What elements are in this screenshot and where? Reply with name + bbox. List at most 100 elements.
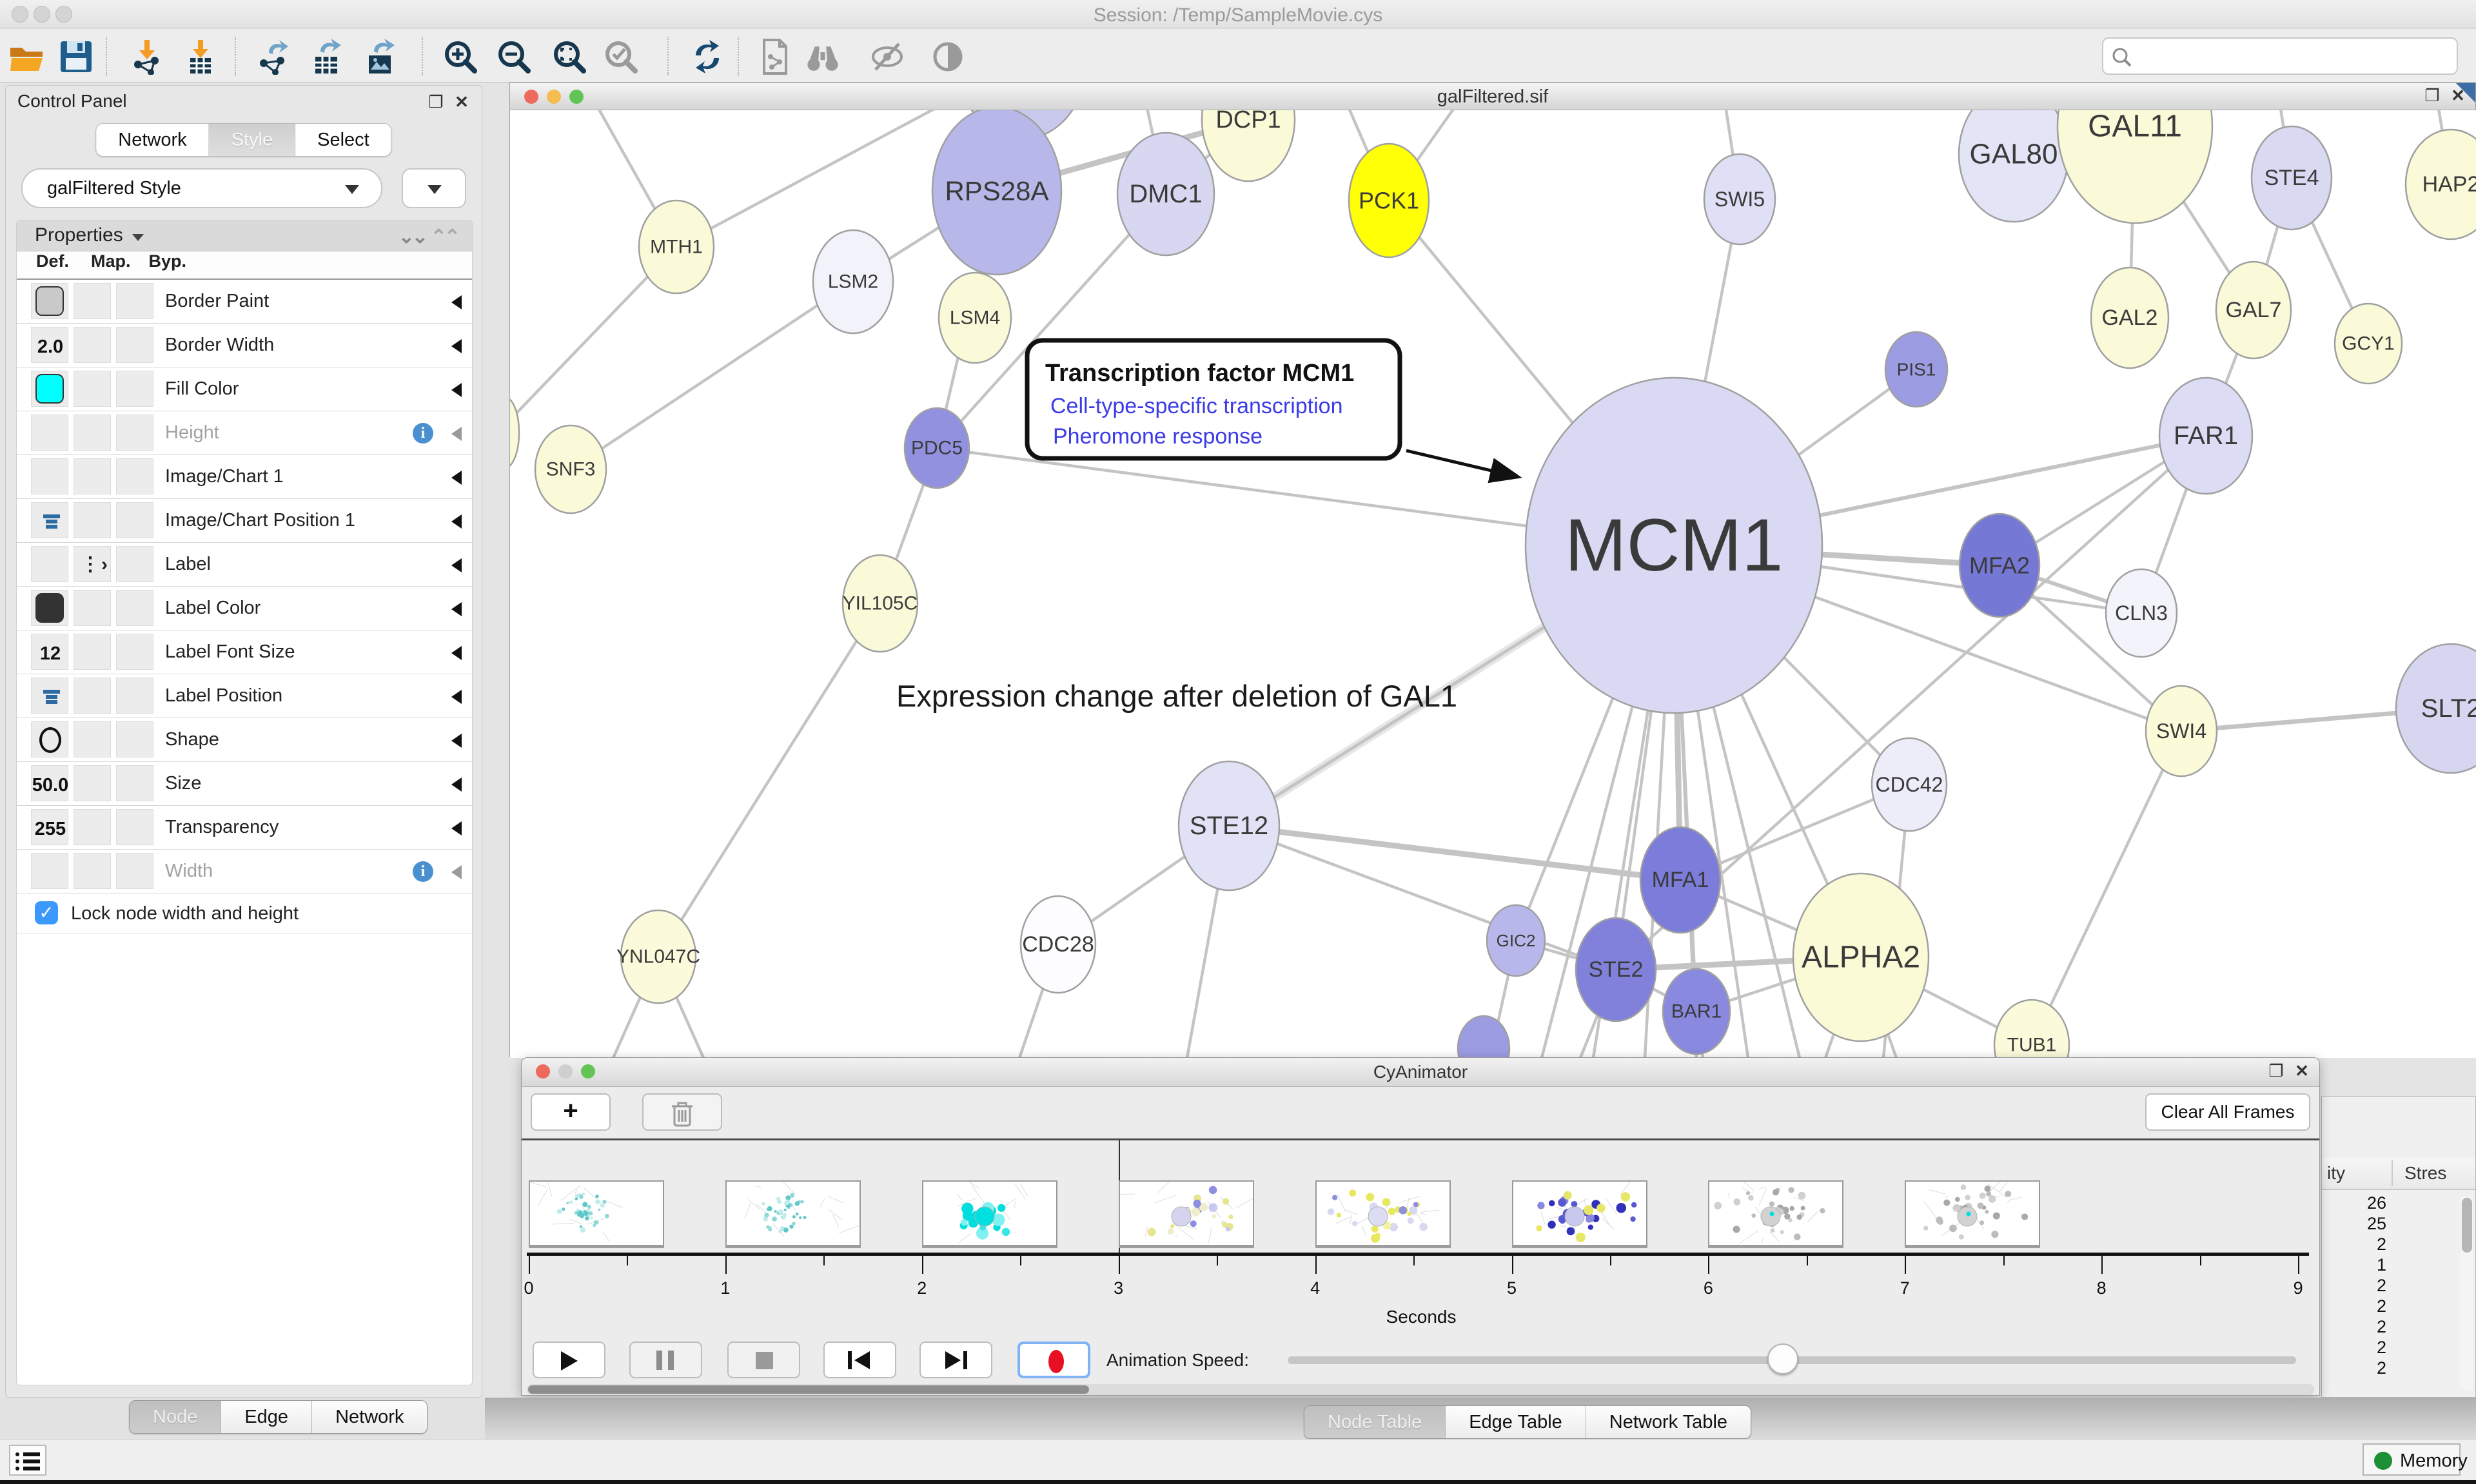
float-panel-icon[interactable]: ❐ [426, 92, 446, 112]
network-node-cln3[interactable]: CLN3 [2106, 569, 2177, 657]
network-node-gic2[interactable]: GIC2 [1487, 905, 1545, 976]
tab-edge[interactable]: Edge [221, 1401, 312, 1433]
network-node-slt2[interactable]: SLT2 [2396, 644, 2476, 773]
network-node-cdc28[interactable]: CDC28 [1021, 896, 1096, 993]
frame-thumbnail-1s[interactable] [725, 1180, 861, 1246]
zoom-selected-icon[interactable] [603, 39, 639, 75]
network-edge[interactable] [1229, 826, 1680, 880]
network-node-lsm2[interactable]: LSM2 [813, 230, 893, 333]
expand-property-icon[interactable] [451, 602, 462, 616]
property-row-border-width[interactable]: 2.0Border Width [17, 324, 472, 367]
frame-thumbnail-7s[interactable] [1905, 1180, 2040, 1246]
frame-thumbnail-2s[interactable] [922, 1180, 1057, 1246]
expand-property-icon[interactable] [451, 777, 462, 792]
property-row-label-color[interactable]: Label Color [17, 587, 472, 630]
network-node-cdc42[interactable]: CDC42 [1872, 738, 1947, 831]
property-row-shape[interactable]: Shape [17, 718, 472, 762]
table-cell-value[interactable]: 2 [2322, 1338, 2386, 1358]
toggle-rendering-icon[interactable] [930, 39, 966, 75]
network-node-pck1[interactable]: PCK1 [1349, 144, 1429, 257]
network-edge[interactable] [2032, 731, 2181, 1045]
column-divider[interactable] [2392, 1160, 2393, 1186]
def-cell[interactable] [31, 502, 68, 538]
map-cell[interactable] [74, 634, 111, 670]
skip-start-button[interactable] [823, 1342, 896, 1378]
export-table-icon[interactable] [309, 39, 345, 75]
expand-property-icon[interactable] [451, 514, 462, 529]
table-cell-value[interactable]: 2 [2322, 1296, 2386, 1317]
network-node-tub1[interactable]: TUB1 [1994, 1000, 2069, 1058]
property-row-transparency[interactable]: 255Transparency [17, 806, 472, 850]
byp-cell[interactable] [116, 371, 153, 407]
frame-thumbnail-0s[interactable] [529, 1180, 664, 1246]
property-row-width[interactable]: Widthi [17, 850, 472, 893]
byp-cell[interactable] [116, 327, 153, 363]
table-cell-value[interactable]: 25 [2322, 1214, 2386, 1235]
byp-cell[interactable] [116, 765, 153, 801]
network-node-ynl047c[interactable]: YNL047C [616, 910, 700, 1003]
byp-cell[interactable] [116, 458, 153, 494]
timeline-scrollbar[interactable] [527, 1384, 2314, 1395]
open-session-folder-icon[interactable] [9, 39, 45, 75]
network-node-gal7[interactable]: GAL7 [2216, 262, 2291, 358]
network-node-gal80[interactable]: GAL80 [1959, 110, 2068, 222]
skip-end-button[interactable] [919, 1342, 992, 1378]
network-node-swi5[interactable]: SWI5 [1704, 154, 1775, 244]
export-image-icon[interactable] [362, 39, 398, 75]
column-header-truncated[interactable]: ity [2327, 1163, 2345, 1184]
expand-all-icon[interactable]: ⌄⌄ [398, 226, 426, 248]
property-row-height[interactable]: Heighti [17, 411, 472, 455]
import-table-icon[interactable] [182, 39, 219, 75]
network-node-bar1[interactable]: BAR1 [1663, 969, 1730, 1054]
discrete-mapping-icon[interactable]: ⋮› [81, 553, 109, 576]
close-panel-icon[interactable]: ✕ [452, 92, 471, 112]
property-row-size[interactable]: 50.0Size [17, 762, 472, 806]
network-node-dmc1[interactable]: DMC1 [1117, 133, 1214, 255]
tab-network[interactable]: Network [312, 1401, 427, 1433]
def-cell[interactable]: 12 [31, 634, 68, 670]
expand-property-icon[interactable] [451, 865, 462, 879]
collapse-all-icon[interactable]: ⌃⌃ [431, 226, 458, 248]
zoom-in-icon[interactable] [442, 39, 478, 75]
expand-property-icon[interactable] [451, 471, 462, 485]
annotation-callout[interactable]: Transcription factor MCM1Cell-type-speci… [1027, 340, 1516, 476]
map-cell[interactable] [74, 765, 111, 801]
table-cell-value[interactable]: 2 [2322, 1276, 2386, 1296]
style-options-button[interactable] [402, 168, 466, 208]
expand-property-icon[interactable] [451, 558, 462, 572]
table-cell-value[interactable]: 26 [2322, 1193, 2386, 1214]
pause-button[interactable] [629, 1342, 702, 1378]
property-row-image-chart-1[interactable]: Image/Chart 1 [17, 455, 472, 499]
search-input[interactable] [2137, 41, 2446, 70]
network-node-hap2[interactable]: HAP2 [2406, 130, 2476, 239]
table-scrollbar[interactable] [2461, 1196, 2473, 1390]
byp-cell[interactable] [116, 678, 153, 714]
float-window-icon[interactable]: ❐ [2266, 1061, 2286, 1081]
byp-cell[interactable] [116, 283, 153, 319]
network-node-gal2[interactable]: GAL2 [2091, 268, 2168, 368]
cyanimator-titlebar[interactable]: CyAnimator ❐ ✕ [522, 1058, 2319, 1087]
def-cell[interactable] [31, 678, 68, 714]
def-value[interactable]: 255 [32, 819, 69, 840]
def-cell[interactable] [31, 853, 68, 889]
ellipse-shape-icon[interactable] [39, 727, 61, 753]
refresh-icon[interactable] [689, 39, 725, 75]
network-node-ste2[interactable]: STE2 [1576, 918, 1656, 1021]
property-row-fill-color[interactable]: Fill Color [17, 367, 472, 411]
def-cell[interactable] [31, 283, 68, 319]
network-node-mth1[interactable]: MTH1 [639, 200, 714, 293]
table-cell-value[interactable]: 1 [2322, 1255, 2386, 1276]
expand-property-icon[interactable] [451, 734, 462, 748]
column-header-stress[interactable]: Stres [2404, 1163, 2446, 1184]
network-edge[interactable] [571, 282, 853, 469]
annotation-text[interactable]: Expression change after deletion of GAL1 [896, 679, 1457, 713]
map-cell[interactable] [74, 809, 111, 845]
network-node[interactable] [510, 397, 519, 468]
map-cell[interactable] [74, 590, 111, 626]
save-session-icon[interactable] [58, 39, 94, 75]
byp-cell[interactable] [116, 415, 153, 451]
expand-property-icon[interactable] [451, 427, 462, 441]
properties-header[interactable]: Properties ⌄⌄ ⌃⌃ [17, 220, 472, 251]
property-row-label[interactable]: ⋮›Label [17, 543, 472, 587]
def-value[interactable]: 12 [32, 643, 69, 665]
